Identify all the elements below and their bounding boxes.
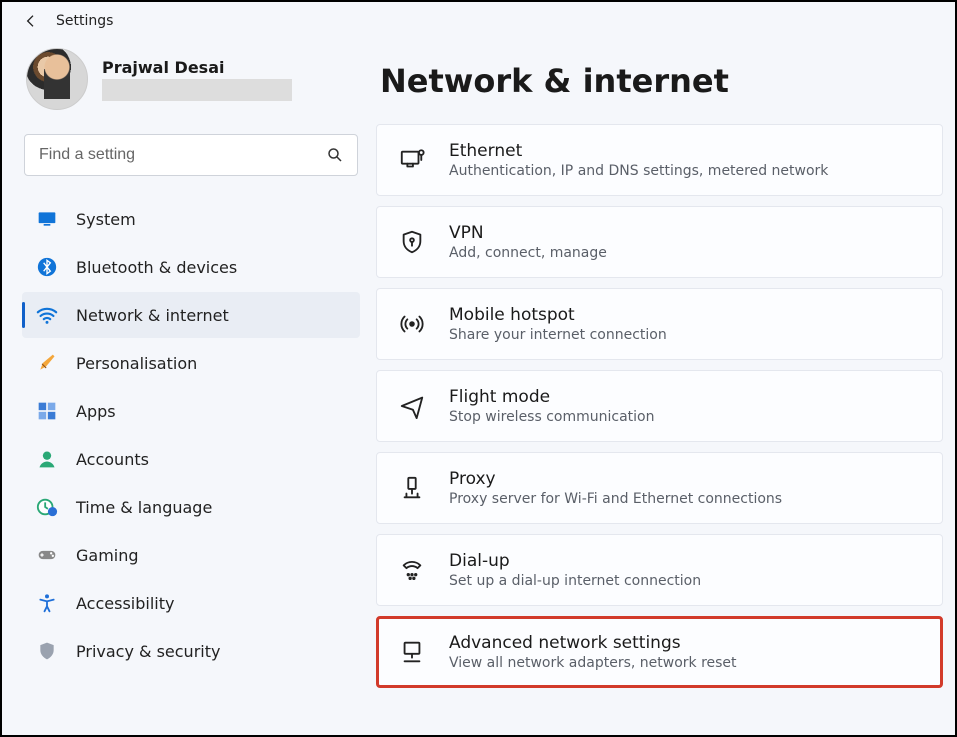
- monitor-icon: [36, 208, 58, 230]
- card-flight[interactable]: Flight mode Stop wireless communication: [376, 370, 943, 442]
- sidebar-item-label: Apps: [76, 402, 116, 421]
- card-subtitle: Set up a dial-up internet connection: [449, 573, 701, 589]
- card-title: Ethernet: [449, 141, 828, 161]
- card-text: Dial-up Set up a dial-up internet connect…: [449, 551, 701, 589]
- wifi-icon: [36, 304, 58, 326]
- card-text: Proxy Proxy server for Wi-Fi and Ethernet…: [449, 469, 782, 507]
- card-proxy[interactable]: Proxy Proxy server for Wi-Fi and Ethernet…: [376, 452, 943, 524]
- card-title: Advanced network settings: [449, 633, 737, 653]
- profile-name: Prajwal Desai: [102, 58, 292, 77]
- profile-subtext: [102, 79, 292, 101]
- sidebar-item-label: Network & internet: [76, 306, 229, 325]
- card-advanced[interactable]: Advanced network settings View all networ…: [376, 616, 943, 688]
- sidebar-item-apps[interactable]: Apps: [22, 388, 360, 434]
- card-text: VPN Add, connect, manage: [449, 223, 607, 261]
- card-hotspot[interactable]: Mobile hotspot Share your internet connec…: [376, 288, 943, 360]
- sidebar-item-label: Accounts: [76, 450, 149, 469]
- sidebar-item-label: Privacy & security: [76, 642, 220, 661]
- accessibility-icon: [36, 592, 58, 614]
- bluetooth-icon: [36, 256, 58, 278]
- sidebar-item-accessibility[interactable]: Accessibility: [22, 580, 360, 626]
- dialup-icon: [397, 555, 427, 585]
- card-dialup[interactable]: Dial-up Set up a dial-up internet connect…: [376, 534, 943, 606]
- sidebar-item-personalisation[interactable]: Personalisation: [22, 340, 360, 386]
- sidebar-item-label: Personalisation: [76, 354, 197, 373]
- search-input[interactable]: [24, 134, 358, 176]
- card-subtitle: Stop wireless communication: [449, 409, 655, 425]
- card-title: Mobile hotspot: [449, 305, 667, 325]
- sidebar-item-label: Accessibility: [76, 594, 174, 613]
- card-subtitle: Authentication, IP and DNS settings, met…: [449, 163, 828, 179]
- adv-net-icon: [397, 637, 427, 667]
- plane-icon: [397, 391, 427, 421]
- sidebar-item-bluetooth[interactable]: Bluetooth & devices: [22, 244, 360, 290]
- card-title: Flight mode: [449, 387, 655, 407]
- card-text: Mobile hotspot Share your internet connec…: [449, 305, 667, 343]
- main-content: Network & internet Ethernet Authenticatio…: [372, 30, 955, 733]
- back-button[interactable]: [22, 12, 40, 30]
- hotspot-icon: [397, 309, 427, 339]
- sidebar-item-system[interactable]: System: [22, 196, 360, 242]
- card-ethernet[interactable]: Ethernet Authentication, IP and DNS setti…: [376, 124, 943, 196]
- search-icon: [326, 146, 344, 164]
- profile-block[interactable]: Prajwal Desai: [22, 40, 360, 134]
- titlebar: Settings: [2, 2, 955, 30]
- card-subtitle: Add, connect, manage: [449, 245, 607, 261]
- apps-icon: [36, 400, 58, 422]
- sidebar-item-accounts[interactable]: Accounts: [22, 436, 360, 482]
- sidebar-item-network[interactable]: Network & internet: [22, 292, 360, 338]
- proxy-icon: [397, 473, 427, 503]
- search-wrap: [24, 134, 358, 176]
- card-vpn[interactable]: VPN Add, connect, manage: [376, 206, 943, 278]
- sidebar: Prajwal Desai System Bluetooth & devices N…: [2, 30, 372, 733]
- shield-icon: [36, 640, 58, 662]
- sidebar-item-gaming[interactable]: Gaming: [22, 532, 360, 578]
- sidebar-item-label: Bluetooth & devices: [76, 258, 237, 277]
- ethernet-icon: [397, 145, 427, 175]
- clock-globe-icon: [36, 496, 58, 518]
- card-subtitle: View all network adapters, network reset: [449, 655, 737, 671]
- app-title: Settings: [56, 13, 113, 29]
- card-subtitle: Share your internet connection: [449, 327, 667, 343]
- person-icon: [36, 448, 58, 470]
- card-title: Proxy: [449, 469, 782, 489]
- settings-card-list: Ethernet Authentication, IP and DNS setti…: [376, 124, 943, 688]
- card-text: Advanced network settings View all networ…: [449, 633, 737, 671]
- gamepad-icon: [36, 544, 58, 566]
- sidebar-item-privacy[interactable]: Privacy & security: [22, 628, 360, 674]
- card-subtitle: Proxy server for Wi-Fi and Ethernet conn…: [449, 491, 782, 507]
- sidebar-item-label: Time & language: [76, 498, 212, 517]
- page-title: Network & internet: [380, 62, 943, 100]
- sidebar-item-label: System: [76, 210, 136, 229]
- sidebar-item-label: Gaming: [76, 546, 139, 565]
- avatar: [26, 48, 88, 110]
- shield-key-icon: [397, 227, 427, 257]
- nav-list: System Bluetooth & devices Network & inter…: [22, 196, 360, 674]
- card-title: Dial-up: [449, 551, 701, 571]
- sidebar-item-time[interactable]: Time & language: [22, 484, 360, 530]
- card-text: Ethernet Authentication, IP and DNS setti…: [449, 141, 828, 179]
- card-title: VPN: [449, 223, 607, 243]
- card-text: Flight mode Stop wireless communication: [449, 387, 655, 425]
- brush-icon: [36, 352, 58, 374]
